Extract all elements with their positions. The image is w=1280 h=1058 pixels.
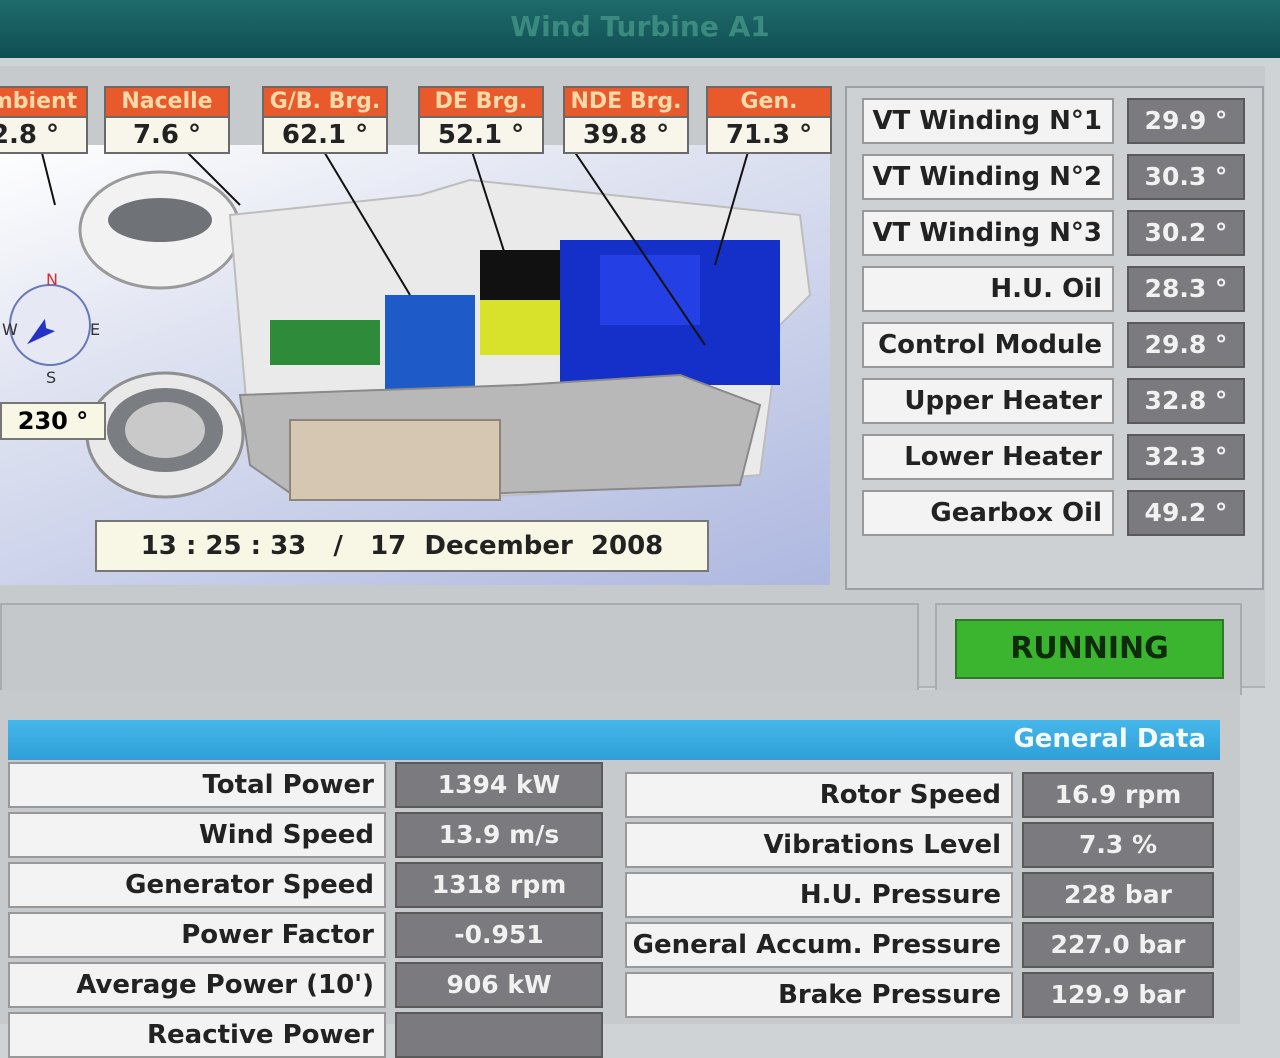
temp-value: 30.3 ° — [1127, 154, 1245, 200]
general-value: 1394 kW — [395, 762, 603, 808]
general-value: 7.3 % — [1022, 822, 1214, 868]
sensor-gen: Gen. 71.3 ° — [706, 86, 832, 154]
sensor-value: 52.1 ° — [437, 120, 525, 150]
sensor-label: Ambient — [0, 88, 86, 118]
general-data-header: General Data — [8, 720, 1220, 760]
time-value: 13 : 25 : 33 — [140, 531, 307, 561]
sensor-label: NDE Brg. — [565, 88, 687, 118]
general-value: 13.9 m/s — [395, 812, 603, 858]
general-value: 129.9 bar — [1022, 972, 1214, 1018]
general-label: Rotor Speed — [625, 772, 1013, 818]
general-label: Average Power (10') — [8, 962, 386, 1008]
temp-label: Lower Heater — [862, 434, 1114, 480]
temp-value: 32.8 ° — [1127, 378, 1245, 424]
general-value: 1318 rpm — [395, 862, 603, 908]
compass-east: E — [90, 320, 100, 339]
sensor-value: 71.3 ° — [725, 120, 813, 150]
temp-label: Control Module — [862, 322, 1114, 368]
temp-row: VT Winding N°3 30.2 ° — [862, 210, 1257, 256]
date-month: December — [424, 531, 573, 561]
message-bar — [0, 603, 919, 695]
general-value: 227.0 bar — [1022, 922, 1214, 968]
sensor-value: 2.8 ° — [0, 120, 60, 150]
general-label: Reactive Power — [8, 1012, 386, 1058]
temp-label: Upper Heater — [862, 378, 1114, 424]
general-label: Vibrations Level — [625, 822, 1013, 868]
temp-value: 29.9 ° — [1127, 98, 1245, 144]
window-titlebar: Wind Turbine A1 — [0, 0, 1280, 58]
temp-label: VT Winding N°1 — [862, 98, 1114, 144]
sensor-nacelle: Nacelle 7.6 ° — [104, 86, 230, 154]
general-data-panel: General Data Total Power 1394 kW Wind Sp… — [0, 690, 1240, 1058]
sensor-label: Gen. — [708, 88, 830, 118]
general-label: Power Factor — [8, 912, 386, 958]
sensor-label: Nacelle — [106, 88, 228, 118]
datetime-display: 13 : 25 : 33 / 17 December 2008 — [95, 520, 709, 572]
compass-north: N — [46, 270, 58, 289]
compass-south: S — [46, 368, 56, 387]
general-value: 16.9 rpm — [1022, 772, 1214, 818]
internal-temperatures-panel: VT Winding N°1 29.9 ° VT Winding N°2 30.… — [845, 86, 1264, 590]
general-value: 906 kW — [395, 962, 603, 1008]
date-separator: / — [333, 531, 343, 561]
general-label: Brake Pressure — [625, 972, 1013, 1018]
general-value: -0.951 — [395, 912, 603, 958]
temp-row: Gearbox Oil 49.2 ° — [862, 490, 1257, 536]
status-panel: RUNNING — [935, 603, 1242, 695]
temp-label: H.U. Oil — [862, 266, 1114, 312]
temp-value: 32.3 ° — [1127, 434, 1245, 480]
temp-row: H.U. Oil 28.3 ° — [862, 266, 1257, 312]
sensor-label: G/B. Brg. — [264, 88, 386, 118]
general-label: Generator Speed — [8, 862, 386, 908]
general-label: Total Power — [8, 762, 386, 808]
general-data-title: General Data — [1013, 724, 1206, 754]
temp-row: VT Winding N°1 29.9 ° — [862, 98, 1257, 144]
temp-row: VT Winding N°2 30.3 ° — [862, 154, 1257, 200]
general-value: 228 bar — [1022, 872, 1214, 918]
temp-value: 28.3 ° — [1127, 266, 1245, 312]
sensor-ambient: Ambient 2.8 ° — [0, 86, 88, 154]
sensor-label: DE Brg. — [420, 88, 542, 118]
compass-icon — [9, 284, 91, 366]
wind-direction-readout: 230 ° — [0, 402, 106, 440]
temp-value: 29.8 ° — [1127, 322, 1245, 368]
status-badge: RUNNING — [955, 619, 1224, 679]
temp-row: Lower Heater 32.3 ° — [862, 434, 1257, 480]
sensor-value: 62.1 ° — [281, 120, 369, 150]
window-title: Wind Turbine A1 — [510, 10, 770, 43]
nacelle-diagram: N E S W — [0, 145, 830, 585]
temp-label: VT Winding N°2 — [862, 154, 1114, 200]
temp-value: 30.2 ° — [1127, 210, 1245, 256]
temp-label: Gearbox Oil — [862, 490, 1114, 536]
temp-row: Upper Heater 32.8 ° — [862, 378, 1257, 424]
sensor-value: 39.8 ° — [582, 120, 670, 150]
general-label: H.U. Pressure — [625, 872, 1013, 918]
temp-value: 49.2 ° — [1127, 490, 1245, 536]
sensor-de-brg: DE Brg. 52.1 ° — [418, 86, 544, 154]
general-label: Wind Speed — [8, 812, 386, 858]
nacelle-illustration: N E S W — [2, 145, 812, 502]
date-day: 17 — [370, 531, 407, 561]
temp-row: Control Module 29.8 ° — [862, 322, 1257, 368]
sensor-nde-brg: NDE Brg. 39.8 ° — [563, 86, 689, 154]
sensor-value: 7.6 ° — [132, 120, 202, 150]
temp-label: VT Winding N°3 — [862, 210, 1114, 256]
compass-west: W — [2, 320, 18, 339]
general-value — [395, 1012, 603, 1058]
general-label: General Accum. Pressure — [625, 922, 1013, 968]
date-year: 2008 — [590, 531, 664, 561]
sensor-gb-brg: G/B. Brg. 62.1 ° — [262, 86, 388, 154]
